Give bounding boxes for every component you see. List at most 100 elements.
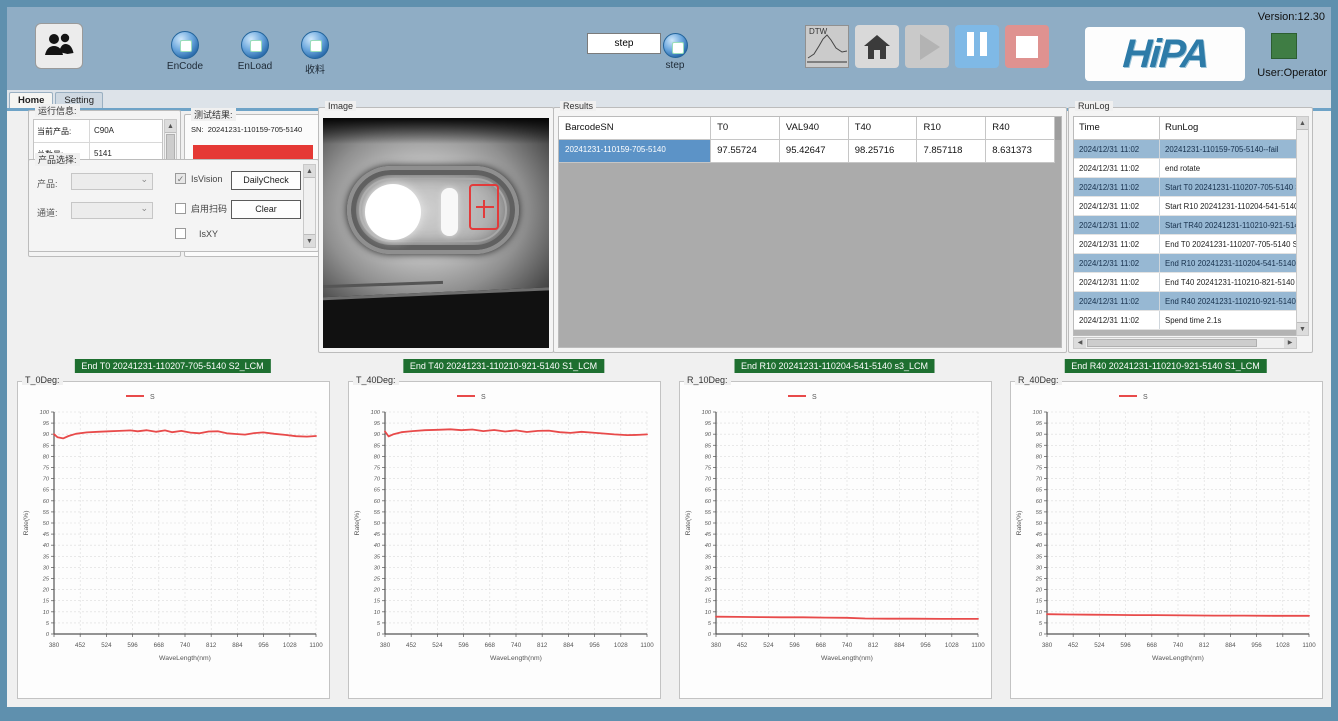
channel-combo[interactable] (71, 202, 153, 219)
scroll-right-icon[interactable]: ▶ (1284, 338, 1296, 348)
runlog-col-time[interactable]: Time (1074, 117, 1160, 139)
runlog-row[interactable]: 2024/12/31 11:02Start T0 20241231-110207… (1074, 178, 1296, 197)
channel-field-label: 通道: (37, 206, 58, 219)
svg-text:452: 452 (406, 642, 417, 649)
svg-text:100: 100 (1033, 410, 1043, 416)
results-cell[interactable]: 8.631373 (986, 140, 1055, 163)
results-cell[interactable]: 97.55724 (711, 140, 780, 163)
results-col-R10[interactable]: R10 (917, 117, 986, 140)
runlog-row[interactable]: 2024/12/31 11:02End R10 20241231-110204-… (1074, 254, 1296, 273)
svg-text:S: S (812, 394, 817, 401)
runlog-time: 2024/12/31 11:02 (1074, 216, 1160, 234)
svg-text:5: 5 (708, 621, 712, 627)
stop-button[interactable] (1005, 25, 1049, 68)
scroll-down-icon[interactable]: ▼ (1297, 322, 1308, 335)
svg-text:55: 55 (1036, 510, 1043, 516)
chart-svg: 0510152025303540455055606570758085909510… (1011, 382, 1316, 694)
runlog-time: 2024/12/31 11:02 (1074, 273, 1160, 291)
svg-text:95: 95 (705, 421, 712, 427)
step-button[interactable]: step (649, 33, 701, 71)
svg-text:30: 30 (43, 565, 50, 571)
svg-text:65: 65 (705, 488, 712, 494)
product-scrollbar[interactable]: ▲ ▼ (303, 164, 316, 248)
checkbox-scan[interactable]: 启用扫码 (175, 202, 227, 215)
svg-text:812: 812 (1199, 642, 1210, 649)
runlog-row[interactable]: 2024/12/31 11:02Spend time 2.1s (1074, 311, 1296, 330)
clear-button[interactable]: Clear (231, 200, 301, 219)
runlog-time: 2024/12/31 11:02 (1074, 311, 1160, 329)
runlog-body: 2024/12/31 11:0220241231-110159-705-5140… (1074, 140, 1296, 330)
svg-text:Rate(%): Rate(%) (1016, 511, 1023, 536)
scroll-up-icon[interactable]: ▲ (165, 120, 176, 133)
runlog-row[interactable]: 2024/12/31 11:0220241231-110159-705-5140… (1074, 140, 1296, 159)
runlog-row[interactable]: 2024/12/31 11:02Start TR40 20241231-1102… (1074, 216, 1296, 235)
scroll-thumb[interactable] (166, 134, 175, 162)
svg-text:90: 90 (43, 432, 50, 438)
scroll-left-icon[interactable]: ◀ (1074, 338, 1086, 348)
svg-text:956: 956 (920, 642, 931, 649)
svg-text:20: 20 (42, 588, 50, 594)
dailycheck-button[interactable]: DailyCheck (231, 171, 301, 190)
runlog-text: End T0 20241231-110207-705-5140 S2 (1160, 235, 1296, 253)
runlog-vscrollbar[interactable]: ▲ ▼ (1296, 116, 1309, 336)
runlog-col-runlog[interactable]: RunLog (1160, 117, 1296, 139)
results-cell[interactable]: 7.857118 (917, 140, 986, 163)
runlog-hscrollbar[interactable]: ◀ ▶ (1073, 337, 1297, 349)
run-info-title: 运行信息: (35, 104, 80, 117)
svg-text:812: 812 (537, 642, 548, 649)
svg-text:452: 452 (75, 642, 86, 649)
svg-text:0: 0 (377, 632, 381, 638)
runlog-row[interactable]: 2024/12/31 11:02End T40 20241231-110210-… (1074, 273, 1296, 292)
svg-text:WaveLength(nm): WaveLength(nm) (821, 655, 873, 662)
pause-button[interactable] (955, 25, 999, 68)
svg-text:668: 668 (1147, 642, 1158, 649)
image-panel: Image (318, 107, 554, 353)
runlog-text: End R40 20241231-110210-921-5140 S (1160, 292, 1296, 310)
results-cell[interactable]: 95.42647 (780, 140, 849, 163)
runlog-text: Spend time 2.1s (1160, 311, 1296, 329)
dtw-chart-button[interactable]: DTW (805, 25, 849, 68)
svg-text:1028: 1028 (283, 642, 297, 649)
svg-text:668: 668 (816, 642, 827, 649)
svg-text:95: 95 (43, 421, 50, 427)
product-combo[interactable] (71, 173, 153, 190)
results-col-BarcodeSN[interactable]: BarcodeSN (559, 117, 711, 140)
results-col-T40[interactable]: T40 (849, 117, 918, 140)
runlog-row[interactable]: 2024/12/31 11:02End T0 20241231-110207-7… (1074, 235, 1296, 254)
scroll-down-icon[interactable]: ▼ (304, 234, 315, 247)
unload-button[interactable]: 收料 (285, 31, 345, 76)
results-row-filler (1055, 140, 1061, 163)
results-col-R40[interactable]: R40 (986, 117, 1055, 140)
svg-text:30: 30 (374, 565, 381, 571)
results-col-T0[interactable]: T0 (711, 117, 780, 140)
runlog-row[interactable]: 2024/12/31 11:02Start R10 20241231-11020… (1074, 197, 1296, 216)
checkbox-isvision[interactable]: ✓ IsVision (175, 173, 222, 184)
home-button[interactable] (855, 25, 899, 68)
results-cell[interactable]: 98.25716 (849, 140, 918, 163)
play-button[interactable] (905, 25, 949, 68)
encode-button[interactable]: EnCode (155, 31, 215, 72)
results-cell[interactable]: 20241231-110159-705-5140 (559, 140, 711, 163)
checkbox-isxy[interactable]: IsXY (175, 228, 218, 239)
results-title: Results (560, 101, 596, 111)
results-col-VAL940[interactable]: VAL940 (780, 117, 849, 140)
table-row[interactable]: 当前产品:C90A (34, 120, 162, 143)
runlog-row[interactable]: 2024/12/31 11:02end rotate (1074, 159, 1296, 178)
isxy-label: IsXY (199, 229, 218, 239)
runlog-row[interactable]: 2024/12/31 11:02End R40 20241231-110210-… (1074, 292, 1296, 311)
scroll-up-icon[interactable]: ▲ (1297, 117, 1308, 130)
user-button[interactable] (35, 23, 83, 69)
svg-text:0: 0 (46, 632, 50, 638)
scroll-thumb[interactable] (1087, 339, 1257, 347)
results-row[interactable]: 20241231-110159-705-514097.5572495.42647… (559, 140, 1061, 163)
svg-text:15: 15 (374, 599, 381, 605)
pause-icon (964, 32, 990, 61)
chart-banner: End R10 20241231-110204-541-5140 s3_LCM (734, 359, 935, 373)
scroll-up-icon[interactable]: ▲ (304, 165, 315, 178)
chart-group-label: R_10Deg: (684, 375, 731, 385)
camera-streak (323, 281, 443, 288)
step-label: step (649, 60, 701, 71)
svg-text:40: 40 (374, 543, 381, 549)
svg-text:35: 35 (705, 554, 712, 560)
enload-button[interactable]: EnLoad (225, 31, 285, 72)
